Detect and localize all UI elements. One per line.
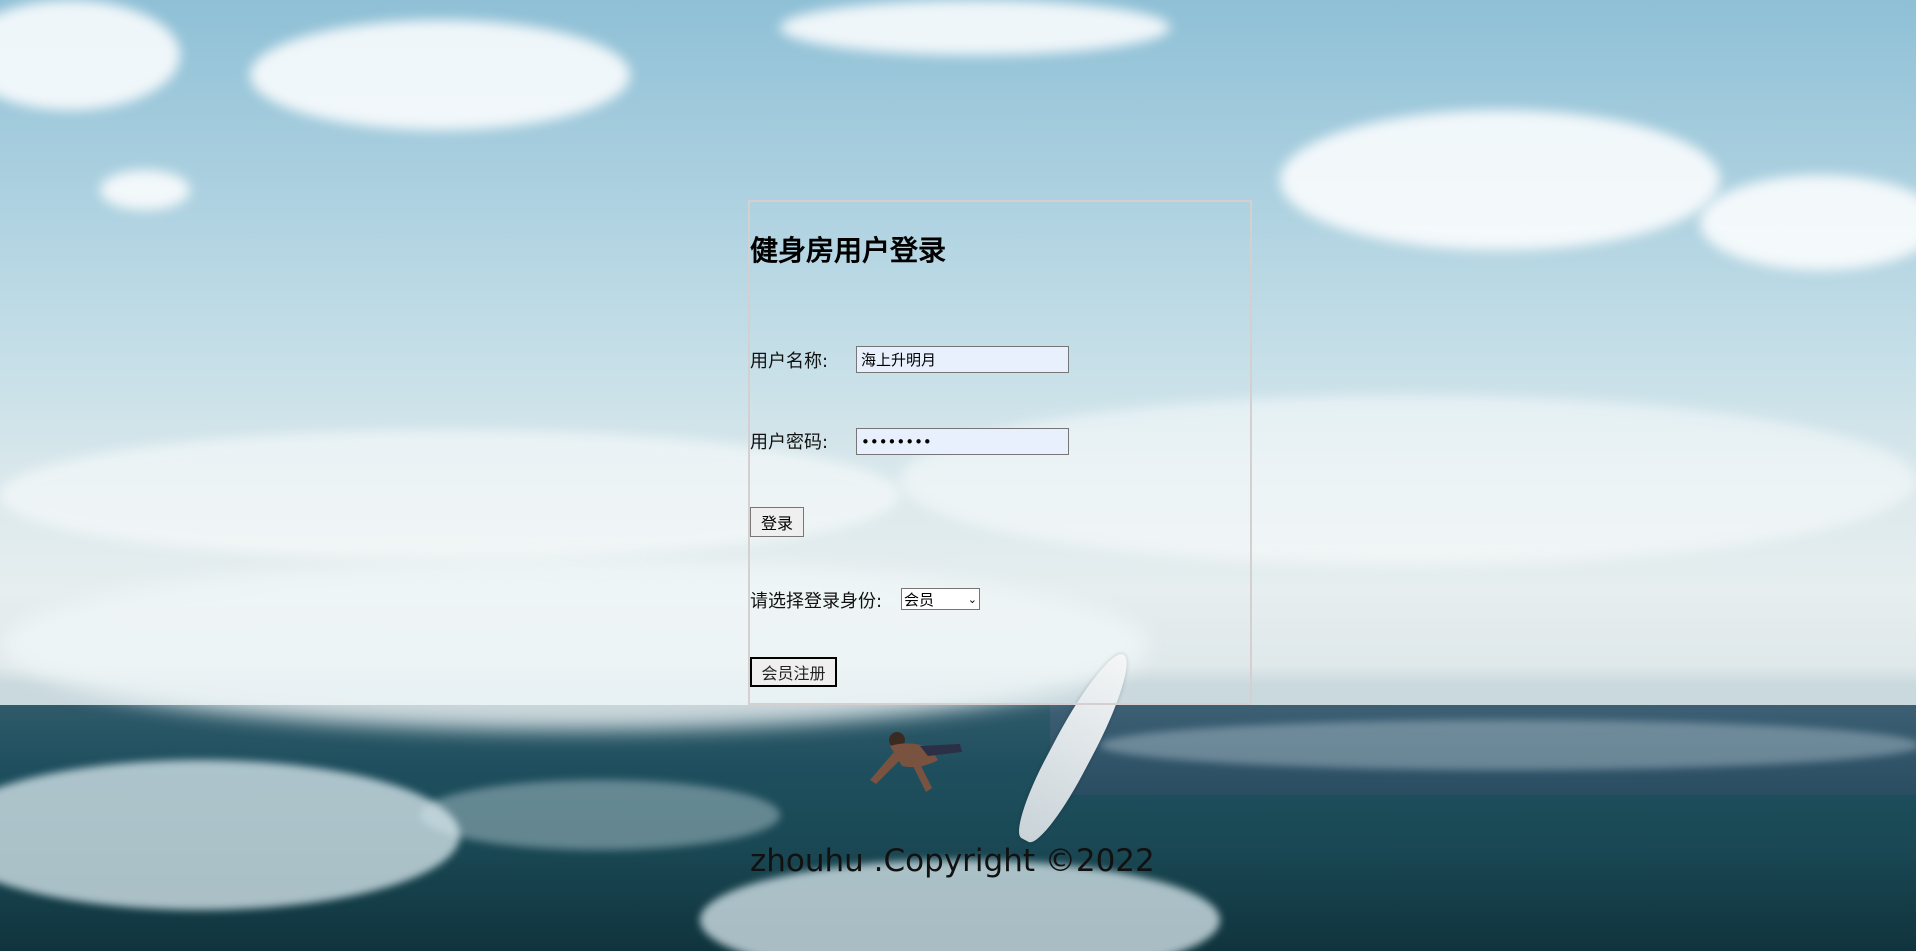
password-label: 用户密码: <box>750 432 829 453</box>
role-select[interactable]: 会员 ⌄ <box>901 588 980 610</box>
cloud <box>780 0 1170 55</box>
cloud <box>1280 110 1720 250</box>
register-button[interactable]: 会员注册 <box>750 657 837 687</box>
wave-foam <box>420 780 780 850</box>
username-label: 用户名称: <box>750 351 829 372</box>
password-input[interactable] <box>856 428 1069 455</box>
page-title: 健身房用户登录 <box>750 234 947 267</box>
wave-foam <box>1100 720 1916 770</box>
username-input[interactable] <box>856 346 1069 373</box>
role-select-value: 会员 <box>904 590 935 609</box>
login-button[interactable]: 登录 <box>750 507 804 537</box>
cloud <box>0 0 180 110</box>
chevron-down-icon: ⌄ <box>967 592 977 606</box>
copyright-footer: zhouhu .Copyright ©2022 <box>750 843 1155 879</box>
role-label: 请选择登录身份: <box>750 591 883 612</box>
surfer <box>870 732 962 792</box>
cloud <box>100 170 190 210</box>
cloud <box>1700 175 1916 270</box>
cloud <box>250 20 630 130</box>
